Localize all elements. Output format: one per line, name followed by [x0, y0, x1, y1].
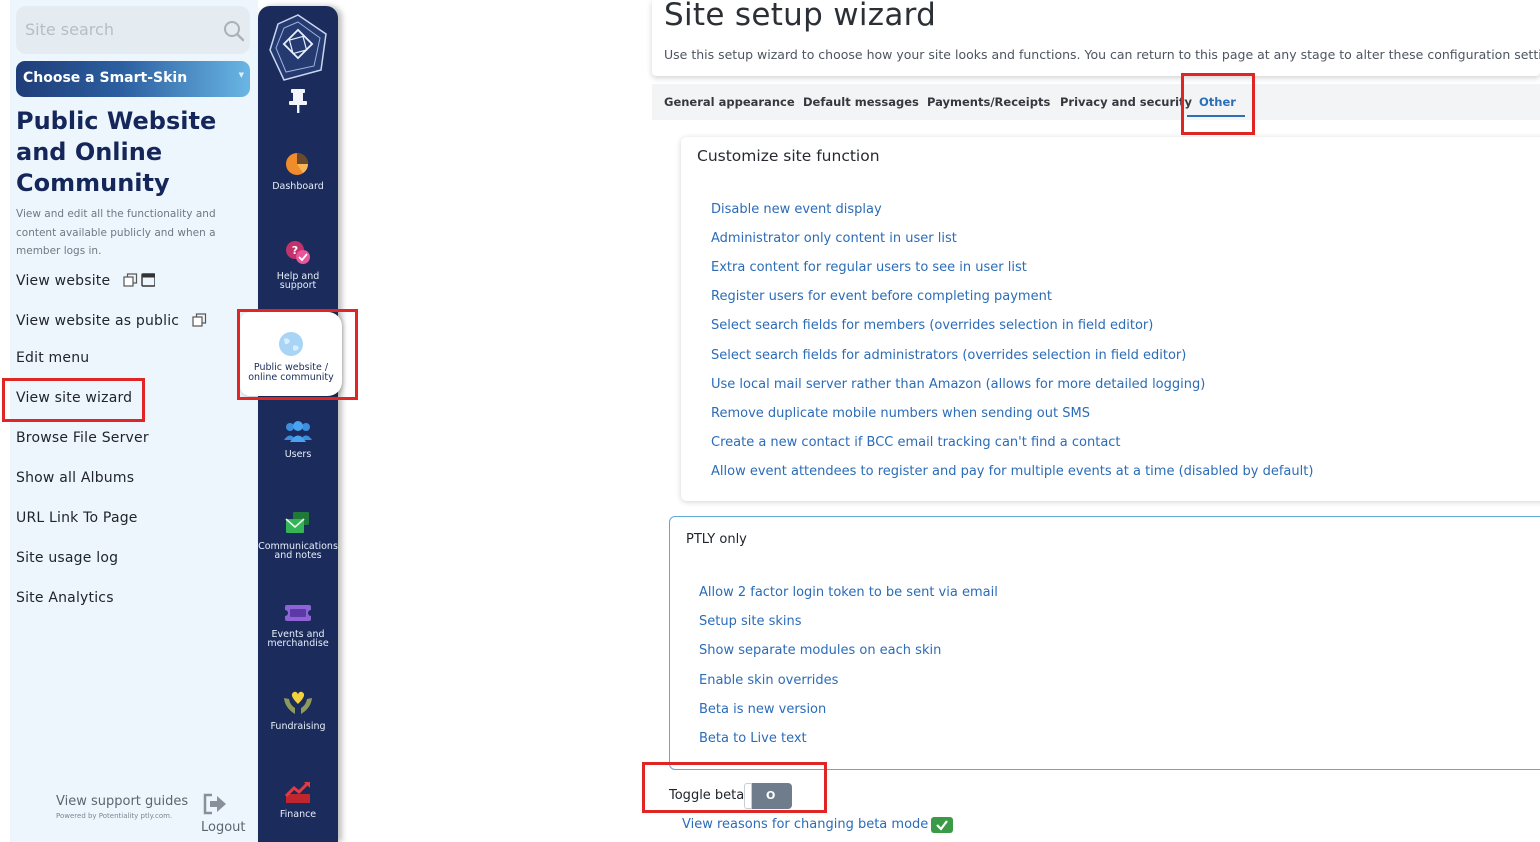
link-local-mail-server[interactable]: Use local mail server rather than Amazon… — [711, 377, 1205, 392]
nav-fundraising[interactable]: Fundraising — [258, 690, 338, 731]
link-create-contact-bcc[interactable]: Create a new contact if BCC email tracki… — [711, 435, 1121, 450]
nav-communications-and-notes[interactable]: Communications and notes — [258, 510, 338, 561]
tab-general-appearance[interactable]: General appearance — [664, 95, 795, 109]
menu-label: Show all Albums — [16, 470, 135, 486]
nav-label: Help and support — [276, 270, 320, 291]
menu-browse-file-server[interactable]: Browse File Server — [16, 430, 149, 446]
site-search-input[interactable]: Site search — [16, 6, 250, 54]
menu-view-website-as-public[interactable]: View website as public — [16, 313, 208, 331]
external-window-icon — [192, 313, 208, 331]
toggle-knob — [744, 783, 752, 809]
search-placeholder: Site search — [25, 20, 114, 39]
page-subtitle: Use this setup wizard to choose how your… — [664, 47, 1540, 62]
panel-title: Public Website and Online Community — [16, 107, 217, 197]
nav-users[interactable]: Users — [258, 420, 338, 459]
panel-description: View and edit all the functionality and … — [16, 208, 216, 257]
menu-label: Site Analytics — [16, 590, 114, 606]
tab-payments-receipts[interactable]: Payments/Receipts — [927, 95, 1050, 109]
wizard-tab-bar: General appearance Default messages Paym… — [652, 84, 1540, 120]
view-support-guides-link[interactable]: View support guides — [56, 794, 188, 809]
envelope-icon — [258, 510, 338, 539]
beta-toggle-switch[interactable]: O — [744, 783, 792, 809]
link-remove-duplicate-mobiles[interactable]: Remove duplicate mobile numbers when sen… — [711, 406, 1090, 421]
powered-by-text: Powered by Potentiality ptly.com. — [56, 812, 173, 820]
logout-icon[interactable] — [202, 792, 228, 820]
link-beta-to-live[interactable]: Beta to Live text — [699, 731, 807, 746]
search-icon[interactable] — [223, 20, 245, 46]
help-chat-icon: ? — [258, 240, 338, 269]
menu-site-usage-log[interactable]: Site usage log — [16, 550, 118, 566]
link-setup-site-skins[interactable]: Setup site skins — [699, 614, 802, 629]
link-disable-new-event-display[interactable]: Disable new event display — [711, 202, 882, 217]
side-nav: Dashboard ? Help and support Users Commu… — [258, 6, 338, 842]
nav-label: Events and merchandise — [267, 628, 329, 649]
nav-events-and-merchandise[interactable]: Events and merchandise — [258, 602, 338, 649]
smart-skin-label: Choose a Smart-Skin — [23, 70, 188, 86]
check-icon — [931, 817, 953, 833]
trend-up-icon — [258, 780, 338, 807]
logout-label[interactable]: Logout — [201, 820, 246, 835]
link-enable-skin-overrides[interactable]: Enable skin overrides — [699, 673, 838, 688]
link-register-before-payment[interactable]: Register users for event before completi… — [711, 289, 1052, 304]
link-2fa-email[interactable]: Allow 2 factor login token to be sent vi… — [699, 585, 998, 600]
page-title: Site setup wizard — [664, 0, 937, 33]
menu-show-all-albums[interactable]: Show all Albums — [16, 470, 134, 486]
nav-label: Communications and notes — [258, 540, 338, 561]
app-logo-icon[interactable] — [266, 12, 330, 86]
heart-hands-icon — [258, 690, 338, 719]
link-separate-modules[interactable]: Show separate modules on each skin — [699, 643, 941, 658]
customize-site-function-card: Customize site function Disable new even… — [681, 137, 1540, 501]
toggle-beta-label: Toggle beta: — [669, 788, 749, 803]
nav-label: Public website / online community — [248, 362, 334, 383]
nav-public-website-online-community[interactable]: Public website / online community — [240, 312, 342, 396]
nav-label: Users — [284, 448, 312, 460]
link-multiple-events[interactable]: Allow event attendees to register and pa… — [711, 464, 1313, 479]
link-search-fields-administrators[interactable]: Select search fields for administrators … — [711, 348, 1186, 363]
globe-icon — [240, 331, 342, 360]
menu-label: URL Link To Page — [16, 510, 138, 526]
tab-privacy-and-security[interactable]: Privacy and security — [1060, 95, 1192, 109]
menu-url-link-to-page[interactable]: URL Link To Page — [16, 510, 138, 526]
page-header: Site setup wizard Use this setup wizard … — [652, 0, 1540, 76]
dropdown-caret-icon: ▼ — [238, 71, 244, 79]
customize-heading: Customize site function — [697, 147, 880, 165]
menu-site-analytics[interactable]: Site Analytics — [16, 590, 114, 606]
pin-icon[interactable] — [287, 88, 309, 118]
ticket-icon — [258, 602, 338, 627]
menu-label: Site usage log — [16, 550, 119, 566]
nav-finance[interactable]: Finance — [258, 780, 338, 819]
ptly-only-card: PTLY only Allow 2 factor login token to … — [669, 516, 1540, 770]
view-beta-reasons-link[interactable]: View reasons for changing beta mode — [682, 817, 928, 832]
menu-view-website[interactable]: View website — [16, 273, 156, 291]
nav-help-and-support[interactable]: ? Help and support — [258, 240, 338, 291]
menu-label: View website as public — [16, 313, 180, 329]
nav-dashboard[interactable]: Dashboard — [258, 150, 338, 191]
choose-smart-skin-button[interactable]: Choose a Smart-Skin ▼ — [16, 61, 250, 97]
nav-label: Finance — [279, 808, 317, 820]
ptly-heading: PTLY only — [686, 532, 747, 547]
external-window-icon — [123, 273, 156, 291]
active-tab-underline — [1187, 115, 1245, 117]
menu-view-site-wizard[interactable]: View site wizard — [16, 390, 132, 406]
nav-label: Dashboard — [272, 180, 324, 192]
menu-label: Edit menu — [16, 350, 90, 366]
menu-label: View website — [16, 273, 111, 289]
link-beta-new-version[interactable]: Beta is new version — [699, 702, 826, 717]
link-extra-content-regular-users[interactable]: Extra content for regular users to see i… — [711, 260, 1027, 275]
menu-edit-menu[interactable]: Edit menu — [16, 350, 89, 366]
users-icon — [258, 420, 338, 447]
menu-label: Browse File Server — [16, 430, 149, 446]
toggle-state: O — [766, 789, 776, 802]
link-search-fields-members[interactable]: Select search fields for members (overri… — [711, 318, 1153, 333]
tab-other[interactable]: Other — [1199, 95, 1236, 109]
pie-chart-icon — [258, 150, 338, 179]
link-admin-only-content[interactable]: Administrator only content in user list — [711, 231, 957, 246]
tab-default-messages[interactable]: Default messages — [803, 95, 919, 109]
menu-label: View site wizard — [16, 390, 133, 406]
left-panel: Site search Choose a Smart-Skin ▼ Public… — [10, 0, 258, 842]
nav-label: Fundraising — [270, 720, 326, 732]
